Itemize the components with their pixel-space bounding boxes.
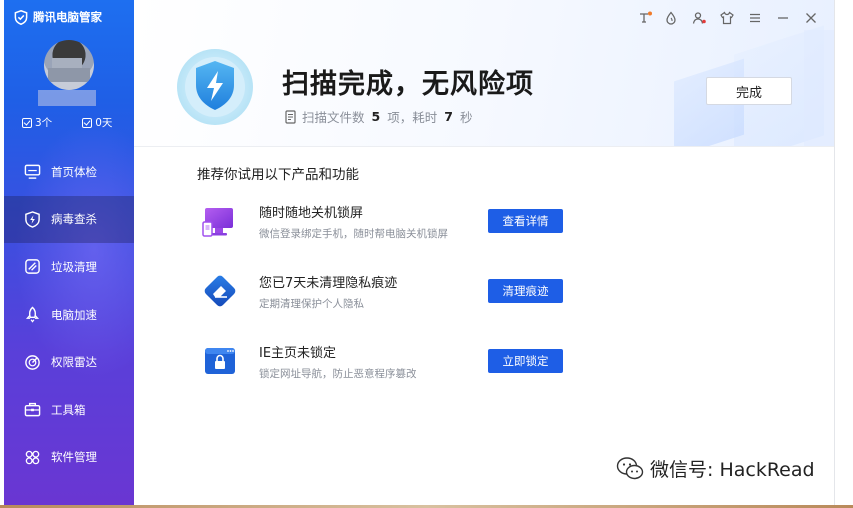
sidebar-item-label: 工具箱 [51, 402, 86, 417]
sidebar-item-toolbox[interactable]: 工具箱 [4, 386, 134, 434]
app-window: 腾讯电脑管家 3个 0天 首页体检 病毒查杀 垃圾清理 电脑加速 权限雷达 工具… [4, 0, 835, 506]
skin-icon[interactable] [716, 10, 738, 26]
recommend-title: 推荐你试用以下产品和功能 [197, 167, 359, 183]
minimize-icon[interactable] [772, 10, 794, 26]
rocket-icon [24, 306, 41, 323]
recommend-item: 随时随地关机锁屏 微信登录绑定手机，随时帮电脑关机锁屏 查看详情 [201, 200, 581, 244]
user-stats: 3个 0天 [22, 115, 112, 130]
sidebar-nav: 首页体检 病毒查杀 垃圾清理 电脑加速 权限雷达 工具箱 软件管理 [4, 148, 134, 481]
sidebar-item-label: 首页体检 [51, 164, 97, 179]
watermark: 微信号: HackRead [616, 455, 815, 482]
sidebar-item-label: 软件管理 [51, 450, 97, 465]
header-divider [134, 146, 834, 147]
stat-tasks-value: 3个 [35, 117, 53, 129]
recommend-item-desc: 微信登录绑定手机，随时帮电脑关机锁屏 [259, 228, 448, 240]
sidebar-item-label: 权限雷达 [51, 355, 97, 370]
recommend-item-desc: 锁定网址导航，防止恶意程序篡改 [259, 368, 417, 380]
stat-days[interactable]: 0天 [82, 115, 112, 130]
apps-icon [24, 449, 41, 466]
wechat-icon [616, 456, 644, 479]
check-icon [22, 117, 32, 128]
header-decoration [804, 30, 834, 146]
scan-seconds: 7 [444, 109, 453, 124]
scan-summary: 扫描文件数 5 项，耗时 7 秒 [284, 107, 472, 126]
recommend-item-title: 随时随地关机锁屏 [259, 206, 364, 221]
avatar-pixel [48, 68, 90, 82]
radar-icon [24, 354, 41, 371]
clean-traces-button[interactable]: 清理痕迹 [488, 279, 563, 303]
user-alert-icon[interactable] [688, 10, 710, 26]
scan-summary-suffix: 秒 [459, 110, 473, 125]
close-icon[interactable] [800, 10, 822, 26]
recommend-item-title: IE主页未锁定 [259, 346, 337, 361]
file-scan-icon [285, 109, 296, 124]
tip-icon[interactable] [634, 10, 656, 26]
sidebar-item-speedup[interactable]: 电脑加速 [4, 291, 134, 339]
toolbox-icon [24, 401, 41, 418]
sidebar-item-virus-scan[interactable]: 病毒查杀 [4, 195, 134, 244]
view-details-button[interactable]: 查看详情 [488, 209, 563, 233]
brand: 腾讯电脑管家 [14, 9, 102, 25]
sidebar-item-label: 电脑加速 [51, 307, 97, 322]
sidebar-item-label: 病毒查杀 [51, 212, 97, 227]
menu-icon[interactable] [744, 10, 766, 26]
browser-lock-icon [205, 348, 235, 374]
stat-days-value: 0天 [95, 117, 113, 129]
lightning-shield-icon [24, 211, 41, 228]
username-blur [38, 90, 96, 106]
done-button[interactable]: 完成 [706, 77, 792, 105]
brand-shield-icon [14, 9, 28, 25]
watermark-text: 微信号: HackRead [650, 459, 815, 481]
scan-summary-prefix: 扫描文件数 [302, 110, 365, 125]
recommend-item-desc: 定期清理保护个人隐私 [259, 298, 364, 310]
sidebar-item-software-manager[interactable]: 软件管理 [4, 434, 134, 482]
sidebar-item-permission-radar[interactable]: 权限雷达 [4, 338, 134, 386]
recommend-item: IE主页未锁定 锁定网址导航，防止恶意程序篡改 立即锁定 [201, 340, 581, 384]
lock-now-button[interactable]: 立即锁定 [488, 349, 563, 373]
recommend-item-title: 您已7天未清理隐私痕迹 [259, 276, 398, 291]
eraser-icon [204, 275, 236, 307]
sidebar: 腾讯电脑管家 3个 0天 首页体检 病毒查杀 垃圾清理 电脑加速 权限雷达 工具… [4, 0, 134, 506]
broom-icon [24, 258, 41, 275]
monitor-icon [24, 163, 41, 180]
recommend-item: 您已7天未清理隐私痕迹 定期清理保护个人隐私 清理痕迹 [201, 270, 581, 314]
check-icon [82, 117, 93, 128]
sidebar-item-label: 垃圾清理 [51, 259, 97, 274]
avatar[interactable] [44, 40, 94, 90]
sidebar-item-home-checkup[interactable]: 首页体检 [4, 148, 134, 196]
scan-complete-shield-icon [177, 49, 253, 125]
scan-summary-mid: 项，耗时 [387, 110, 438, 125]
brand-name: 腾讯电脑管家 [33, 10, 102, 24]
files-count: 5 [371, 109, 381, 124]
monitor-lock-icon [202, 208, 233, 237]
page-title: 扫描完成，无风险项 [282, 69, 534, 100]
flame-icon[interactable] [660, 10, 682, 26]
scan-result-header: 扫描完成，无风险项 扫描文件数 5 项，耗时 7 秒 完成 [134, 0, 834, 146]
sidebar-item-junk-clean[interactable]: 垃圾清理 [4, 243, 134, 291]
stat-tasks[interactable]: 3个 [22, 115, 52, 130]
